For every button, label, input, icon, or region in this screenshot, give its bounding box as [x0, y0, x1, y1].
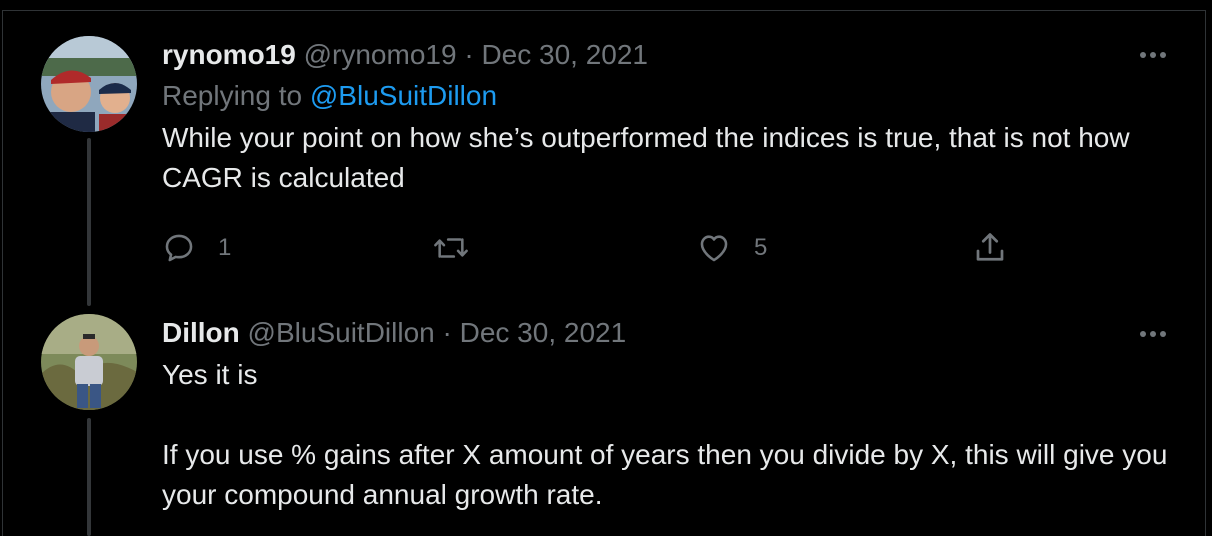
tweet-header: rynomo19 @rynomo19 · Dec 30, 2021 — [162, 37, 1178, 73]
display-name[interactable]: rynomo19 — [162, 39, 296, 70]
like-count: 5 — [754, 234, 768, 261]
meta-separator: · — [464, 39, 474, 70]
heart-icon — [700, 235, 728, 262]
more-options-icon[interactable] — [1138, 40, 1168, 70]
more-options-icon[interactable] — [1138, 319, 1168, 349]
user-handle[interactable]: @BluSuitDillon — [248, 317, 435, 348]
reply-count: 1 — [218, 234, 232, 261]
replying-to-label: Replying to — [162, 80, 303, 111]
avatar-rynomo19[interactable] — [41, 36, 137, 132]
tweet-header: Dillon @BluSuitDillon · Dec 30, 2021 — [162, 315, 1178, 351]
replying-to-mention-link[interactable]: @BluSuitDillon — [310, 80, 497, 111]
tweet-date[interactable]: Dec 30, 2021 — [460, 317, 627, 348]
tweet-text: While your point on how she’s outperform… — [162, 122, 1130, 193]
tweet-date[interactable]: Dec 30, 2021 — [481, 39, 648, 70]
replying-to-line: Replying to @BluSuitDillon — [162, 78, 1178, 114]
tweet-action-bar: 1 5 — [162, 230, 1022, 266]
thread-connector-line — [87, 138, 91, 306]
display-name[interactable]: Dillon — [162, 317, 240, 348]
avatar-photo-icon — [41, 36, 137, 132]
share-icon — [976, 233, 1004, 261]
avatar-photo-icon — [41, 314, 137, 410]
reply-icon — [165, 234, 193, 262]
thread-connector-line-lower — [87, 418, 91, 536]
user-handle[interactable]: @rynomo19 — [304, 39, 457, 70]
tweet-text: Yes it is If you use % gains after X amo… — [162, 359, 1168, 510]
retweet-icon — [434, 238, 468, 258]
tweet-1[interactable]: rynomo19 @rynomo19 · Dec 30, 2021 Replyi… — [162, 37, 1178, 198]
tweet-2[interactable]: Dillon @BluSuitDillon · Dec 30, 2021 Yes… — [162, 315, 1178, 515]
reply-button[interactable]: 1 — [162, 230, 231, 266]
retweet-button[interactable] — [432, 230, 492, 266]
meta-separator: · — [442, 317, 452, 348]
share-button[interactable] — [972, 230, 1008, 266]
like-button[interactable]: 5 — [696, 230, 767, 266]
avatar-dillon[interactable] — [41, 314, 137, 410]
